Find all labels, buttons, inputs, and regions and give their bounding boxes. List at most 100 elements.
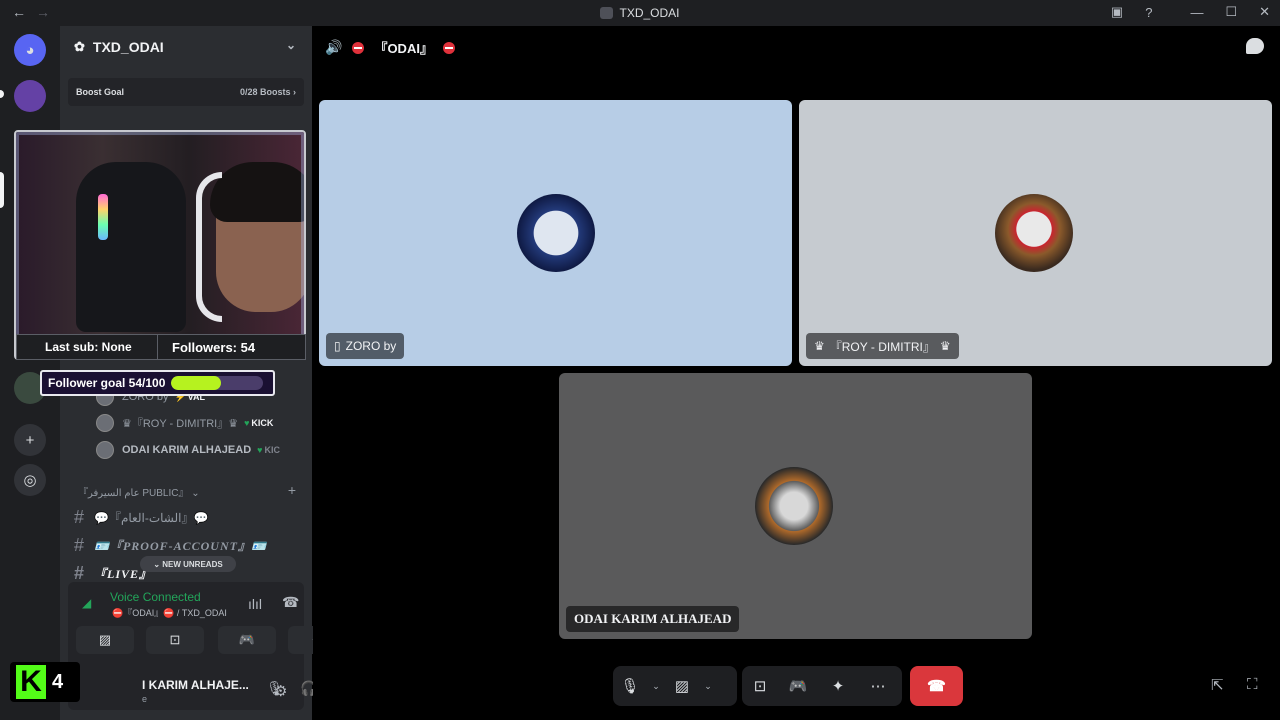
participant-name-tag: ♛ 『ROY - DIMITRI』 ♛ [806, 333, 959, 359]
participant-name-tag: ODAI KARIM ALHAJEAD [566, 606, 740, 632]
category-public[interactable]: 『عام السيرفر PUBLIC』 ⌄ [78, 484, 200, 499]
titlebar-icons: ▣ ? — ☐ ✕ [1111, 4, 1270, 20]
goal-progress-track [171, 376, 264, 390]
no-entry-icon [442, 41, 455, 54]
followers-text: Followers: 54 [157, 335, 255, 359]
user-name[interactable]: I KARIM ALHAJE... [142, 678, 249, 692]
gamepad-icon: 🎮 [238, 632, 256, 647]
more-options-button[interactable]: ⋯ [858, 666, 898, 706]
share-activity-controls: ⊡ 🎮 ✦ ⋯ [742, 666, 902, 706]
hash-icon: # [74, 506, 85, 527]
add-server-icon[interactable]: + [14, 424, 46, 456]
camera-off-button[interactable]: ▨ [76, 626, 134, 654]
hash-icon: # [74, 562, 85, 583]
avatar [96, 414, 114, 432]
close-button[interactable]: ✕ [1259, 4, 1270, 20]
soundboard-button[interactable]: ✦ [818, 666, 858, 706]
settings-gear-icon[interactable]: ⚙ [274, 682, 287, 700]
voice-panel: ◢ Voice Connected ⛔『ODAI』⛔ / TXD_ODAI ıl… [68, 582, 346, 710]
camera-off-icon: ▨ [674, 678, 690, 695]
screen-share-button[interactable]: ⊡ [742, 666, 778, 706]
window-title-text: TXD_ODAI [619, 6, 680, 20]
help-icon[interactable]: ? [1145, 5, 1152, 20]
member-tag: ♥ KICK [244, 418, 274, 428]
crown-icon: ♛ [939, 339, 951, 353]
selected-pill [0, 172, 4, 208]
call-header: 🔊 『ODAI』 [325, 38, 455, 57]
twitch-server-icon[interactable] [14, 80, 46, 112]
screen-share-button[interactable]: ⊡ [146, 626, 204, 654]
call-area: 🔊 『ODAI』 ▯ ZORO by ♛ 『ROY - DIMITRI』 ♛ O… [313, 26, 1280, 720]
boost-label: Boost Goal [76, 87, 125, 97]
activity-button[interactable]: 🎮 [778, 666, 818, 706]
inbox-icon[interactable]: ▣ [1111, 4, 1123, 20]
channel-label: 🪪『PROOF-ACCOUNT』🪪 [94, 538, 267, 553]
participant-name: 『ROY - DIMITRI』 [829, 339, 935, 354]
voice-status: Voice Connected [110, 590, 201, 604]
avatar [755, 467, 833, 545]
mic-options-caret[interactable]: ⌄ [647, 666, 665, 706]
hang-up-icon: ☎ [927, 678, 946, 695]
guild-name: TXD_ODAI [92, 39, 164, 55]
minimize-button[interactable]: — [1190, 5, 1203, 20]
goal-label: Follower goal 54/100 [48, 376, 166, 390]
webcam-overlay [14, 130, 306, 360]
boost-goal[interactable]: Boost Goal 0/28 Boosts › [68, 78, 304, 106]
participant-name: ODAI KARIM ALHAJEAD [574, 611, 732, 626]
add-channel-icon[interactable]: + [288, 482, 296, 498]
participant-name: ZORO by [345, 339, 397, 353]
microphone-icon: 🎙 [620, 678, 640, 695]
boost-value: 0/28 Boosts › [239, 87, 296, 97]
chevron-down-icon: ⌄ [652, 680, 660, 691]
audio-video-controls: 🎙 ⌄ ▨ ⌄ [613, 666, 737, 706]
no-entry-icon [352, 41, 365, 54]
soundboard-wave-icon[interactable]: ılıl [248, 596, 262, 612]
unread-pill [0, 90, 4, 98]
activity-button[interactable]: 🎮 [218, 626, 276, 654]
voice-member[interactable]: ♛『ROY - DIMITRI』♛ ♥ KICK [96, 412, 273, 434]
user-area: I KARIM ALHAJE... e 🎙 🎧 [68, 668, 317, 710]
crown-icon: ♛ [814, 339, 825, 353]
new-unreads-pill[interactable]: ⌄ NEW UNREADS [140, 556, 236, 572]
camera-options-caret[interactable]: ⌄ [699, 666, 717, 706]
fullscreen-icon[interactable]: ⛶ [1247, 676, 1258, 693]
channel-general-chat[interactable]: # 💬『الشات-العام』💬 [74, 505, 208, 529]
camera-toggle-button[interactable]: ▨ [665, 666, 699, 706]
avatar [96, 441, 114, 459]
member-name: ♛『ROY - DIMITRI』♛ [122, 418, 239, 430]
gamepad-icon: 🎮 [788, 678, 808, 695]
screen-share-icon: ⊡ [753, 678, 767, 695]
goal-progress-fill [171, 376, 222, 390]
avatar [995, 194, 1073, 272]
last-sub-text: Last sub: None [45, 340, 132, 354]
guild-badge-icon: ✿ [74, 39, 85, 54]
disconnect-call-button[interactable]: ☎ [910, 666, 963, 706]
server-icon [600, 7, 614, 19]
channel-proof-account[interactable]: # 🪪『PROOF-ACCOUNT』🪪 [74, 533, 267, 557]
voice-channel-path[interactable]: ⛔『ODAI』⛔ / TXD_ODAI [112, 606, 227, 619]
more-icon: ⋯ [870, 678, 886, 695]
guild-header[interactable]: ✿ TXD_ODAI ⌄ [60, 26, 312, 68]
channel-label: 💬『الشات-العام』💬 [94, 510, 209, 525]
stream-stats-bar: Last sub: None Followers: 54 [16, 334, 306, 360]
voice-member[interactable]: ODAI KARIM ALHAJEAD ♥ KIC [96, 439, 280, 461]
avatar [517, 194, 595, 272]
maximize-button[interactable]: ☐ [1225, 4, 1237, 20]
kick-viewer-count: 4 [52, 670, 64, 693]
explore-servers-icon[interactable]: ◎ [14, 464, 46, 496]
discord-home-icon[interactable]: ◕ [14, 34, 46, 66]
speaker-icon[interactable]: 🔊 [325, 39, 342, 56]
participant-tile-roy[interactable]: ♛ 『ROY - DIMITRI』 ♛ [799, 100, 1272, 366]
participant-tile-odai[interactable]: ODAI KARIM ALHAJEAD [559, 373, 1032, 639]
participant-tile-zoro[interactable]: ▯ ZORO by [319, 100, 792, 366]
camera-off-icon: ▨ [98, 632, 112, 647]
mute-microphone-button[interactable]: 🎙 [613, 666, 647, 706]
chat-bubble-icon[interactable] [1246, 38, 1264, 54]
disconnect-icon[interactable]: ☎ [282, 594, 299, 611]
soundboard-icon: ✦ [831, 678, 845, 695]
signal-icon[interactable]: ◢ [82, 596, 98, 610]
member-tag: ♥ KIC [257, 445, 280, 455]
popout-icon[interactable]: ⇱ [1211, 676, 1224, 694]
participant-name-tag: ▯ ZORO by [326, 333, 405, 359]
user-status: e [142, 694, 148, 704]
